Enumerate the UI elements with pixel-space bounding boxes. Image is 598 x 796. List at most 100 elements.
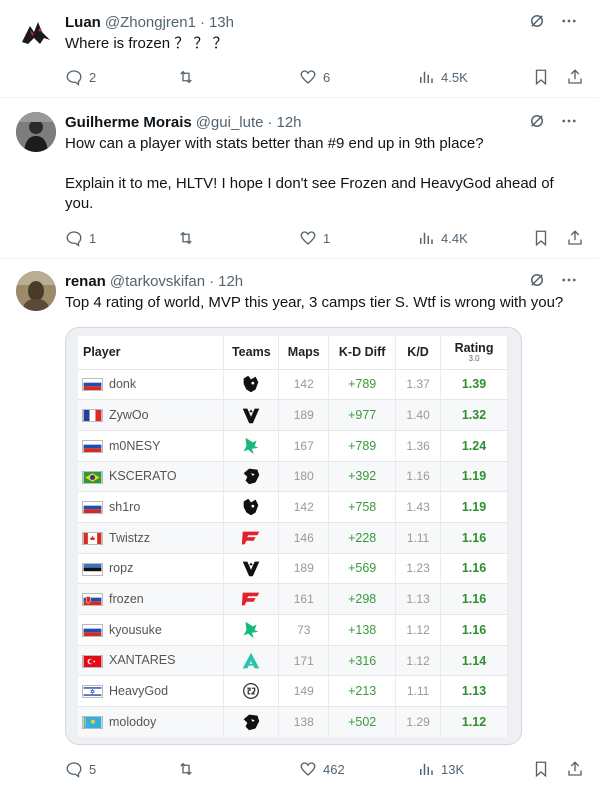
timestamp[interactable]: 12h (218, 273, 243, 290)
table-row: XANTARES 171 +316 1.12 1.14 (78, 644, 508, 676)
rating-cell: 1.19 (440, 491, 508, 523)
avatar[interactable] (16, 112, 56, 152)
maps-cell: 167 (278, 429, 330, 462)
player-name: HeavyGod (109, 684, 169, 699)
like-button[interactable]: 1 (299, 229, 330, 247)
share-icon[interactable] (566, 68, 584, 86)
maps-cell: 73 (278, 614, 330, 646)
player-name: m0NESY (109, 438, 161, 453)
repost-button[interactable] (177, 229, 201, 247)
grok-icon[interactable] (528, 271, 546, 289)
vitality-logo-icon (243, 562, 260, 577)
avatar-image (16, 112, 56, 152)
like-button[interactable]: 6 (299, 68, 330, 86)
table-row: donk 142 +789 1.37 1.39 (78, 368, 508, 400)
tweet-header: Luan @Zhongjren1 · 13h (65, 12, 586, 32)
user-handle[interactable]: @gui_lute (196, 114, 264, 131)
maps-cell: 171 (278, 644, 330, 676)
reply-button[interactable]: 5 (65, 760, 96, 778)
player-cell: Twistzz (78, 521, 225, 554)
avatar[interactable] (16, 271, 56, 311)
table-row: m0NESY 167 +789 1.36 1.24 (78, 429, 508, 462)
reply-count: 1 (89, 230, 97, 246)
faze-logo-icon (242, 592, 260, 606)
table-row: molodoy 138 +502 1.29 1.12 (78, 706, 508, 738)
separator-dot: · (199, 13, 205, 31)
reply-button[interactable]: 1 (65, 229, 96, 247)
separator-dot: · (209, 272, 215, 290)
more-options-icon[interactable] (560, 112, 578, 130)
grok-icon[interactable] (528, 12, 546, 30)
header-player: Player (78, 336, 225, 369)
table-row: KSCERATO 180 +392 1.16 1.19 (78, 460, 508, 492)
player-name: molodoy (109, 715, 157, 730)
aurora-logo-icon (243, 652, 260, 668)
player-name: frozen (109, 592, 144, 607)
player-stats-table: Player Teams Maps K-D Diff K/D Rating 3.0… (78, 336, 508, 738)
player-cell: ropz (78, 552, 225, 584)
share-icon[interactable] (566, 760, 584, 778)
player-cell: molodoy (78, 706, 225, 738)
player-name: ZywOo (109, 407, 149, 422)
views-button[interactable]: 13K (417, 760, 464, 778)
flag-russia-icon (82, 378, 103, 392)
bookmark-icon[interactable] (532, 760, 550, 778)
display-name[interactable]: Guilherme Morais (65, 114, 192, 131)
kd-cell: 1.16 (395, 460, 442, 492)
views-button[interactable]: 4.4K (417, 229, 468, 247)
like-count: 462 (323, 761, 345, 777)
team-cell (223, 429, 280, 462)
falcons-logo-icon (243, 437, 259, 454)
views-button[interactable]: 4.5K (417, 68, 468, 86)
display-name[interactable]: Luan (65, 14, 101, 31)
flag-israel-icon (82, 685, 103, 699)
timestamp[interactable]: 13h (209, 14, 234, 31)
share-icon[interactable] (566, 229, 584, 247)
kd-diff-cell: +213 (328, 675, 397, 707)
tweet-text: How can a player with stats better than … (65, 135, 554, 212)
player-name: donk (109, 377, 137, 392)
repost-button[interactable] (177, 68, 201, 86)
kd-diff-cell: +758 (328, 491, 397, 523)
view-count: 13K (441, 761, 465, 777)
reply-icon (66, 762, 82, 778)
bookmark-icon[interactable] (532, 229, 550, 247)
tweet-luan[interactable]: Luan @Zhongjren1 · 13h Where is frozen ？… (0, 0, 598, 98)
team-cell (223, 614, 280, 646)
kd-diff-cell: +569 (328, 552, 397, 584)
team-spirit-logo-icon (243, 376, 259, 393)
grok-icon[interactable] (528, 112, 546, 130)
bookmark-icon[interactable] (532, 68, 550, 86)
repost-button[interactable] (177, 760, 201, 778)
more-options-icon[interactable] (560, 271, 578, 289)
user-handle[interactable]: @tarkovskifan (110, 273, 205, 290)
reply-count: 5 (89, 761, 97, 777)
more-options-icon[interactable] (560, 12, 578, 30)
kd-cell: 1.23 (395, 552, 442, 584)
rating-cell: 1.24 (440, 429, 508, 462)
tweet-media-image[interactable]: Player Teams Maps K-D Diff K/D Rating 3.0… (65, 327, 522, 745)
reply-icon (66, 231, 82, 247)
kd-diff-cell: +977 (328, 399, 397, 431)
like-count: 6 (323, 69, 331, 85)
table-header-row: Player Teams Maps K-D Diff K/D Rating 3.0 (78, 336, 508, 369)
analytics-icon (420, 71, 433, 83)
view-count: 4.4K (441, 230, 468, 246)
avatar-image (16, 271, 56, 311)
player-cell: frozen (78, 583, 225, 615)
tweet-guilherme[interactable]: Guilherme Morais @gui_lute · 12h How can… (0, 98, 598, 259)
timestamp[interactable]: 12h (276, 114, 301, 131)
flag-brazil-icon (82, 470, 103, 484)
table-row: frozen 161 +298 1.13 1.16 (78, 583, 508, 615)
avatar[interactable] (16, 12, 56, 52)
like-button[interactable]: 462 (299, 760, 345, 778)
player-name: XANTARES (109, 653, 176, 668)
kd-cell: 1.13 (395, 583, 442, 615)
header-kd-diff: K-D Diff (328, 336, 397, 369)
display-name[interactable]: renan (65, 273, 106, 290)
vitality-logo-icon (243, 408, 260, 424)
team-cell (223, 460, 280, 492)
kd-diff-cell: +502 (328, 706, 397, 738)
reply-button[interactable]: 2 (65, 68, 96, 86)
user-handle[interactable]: @Zhongjren1 (105, 14, 196, 31)
